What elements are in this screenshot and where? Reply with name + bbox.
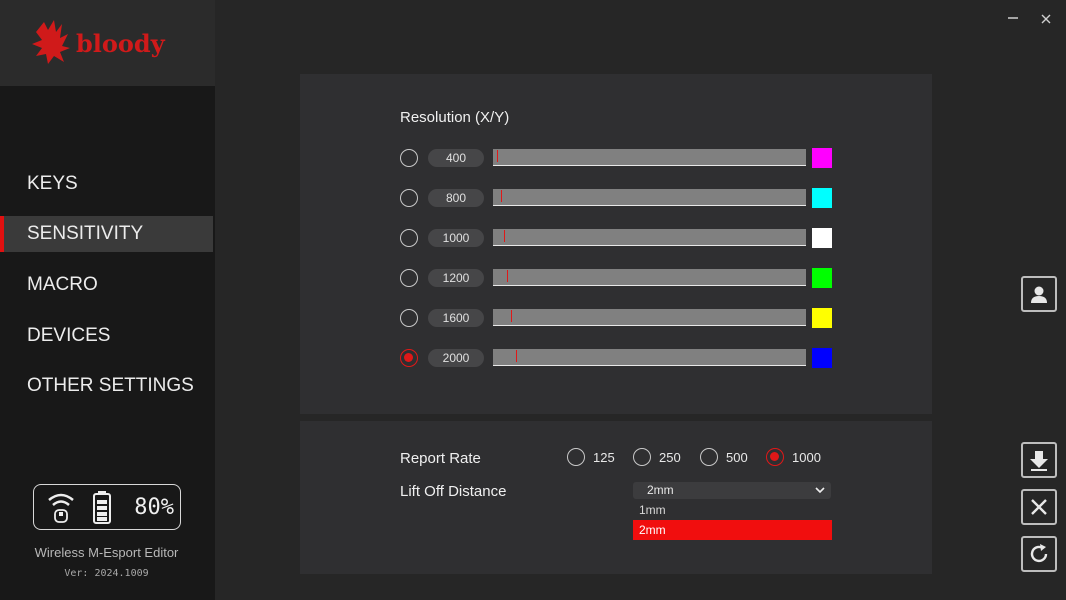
dpi-color-swatch[interactable] bbox=[812, 348, 832, 368]
device-status: 80% bbox=[33, 484, 181, 530]
report-rate-radio[interactable] bbox=[766, 448, 784, 466]
dpi-color-swatch[interactable] bbox=[812, 228, 832, 248]
dpi-radio[interactable] bbox=[400, 189, 418, 207]
nav-item-macro[interactable]: MACRO bbox=[0, 267, 213, 303]
dpi-slider[interactable] bbox=[493, 349, 806, 366]
reset-button[interactable] bbox=[1021, 536, 1057, 572]
dpi-color-swatch[interactable] bbox=[812, 148, 832, 168]
dpi-color-swatch[interactable] bbox=[812, 188, 832, 208]
app-name: Wireless M-Esport Editor bbox=[34, 545, 179, 560]
report-rate-panel: Report Rate 125 250 500 1000 Lift Off Di… bbox=[300, 421, 932, 574]
download-icon bbox=[1030, 451, 1048, 471]
dpi-slider[interactable] bbox=[493, 269, 806, 286]
lift-off-select[interactable]: 2mm bbox=[633, 482, 831, 499]
report-rate-value: 500 bbox=[726, 450, 748, 465]
dpi-row: 400 bbox=[400, 148, 840, 170]
nav-item-devices[interactable]: DEVICES bbox=[0, 318, 213, 354]
dpi-slider[interactable] bbox=[493, 229, 806, 246]
dpi-radio[interactable] bbox=[400, 149, 418, 167]
minimize-icon bbox=[1008, 17, 1018, 19]
lift-off-dropdown: 1mm 2mm bbox=[633, 500, 832, 540]
nav-item-other-settings[interactable]: OTHER SETTINGS bbox=[0, 368, 213, 404]
bloody-logo: bloody bbox=[32, 20, 166, 64]
resolution-title: Resolution (X/Y) bbox=[400, 109, 510, 126]
dpi-row: 2000 bbox=[400, 348, 840, 370]
refresh-icon bbox=[1030, 544, 1048, 563]
dpi-row: 800 bbox=[400, 188, 840, 210]
dpi-value[interactable]: 800 bbox=[428, 189, 484, 207]
dpi-slider[interactable] bbox=[493, 149, 806, 166]
minimize-button[interactable] bbox=[1003, 10, 1023, 30]
dpi-row: 1000 bbox=[400, 228, 840, 250]
cancel-button[interactable] bbox=[1021, 489, 1057, 525]
close-window-button[interactable] bbox=[1036, 10, 1056, 30]
slider-thumb[interactable] bbox=[504, 230, 505, 242]
user-icon bbox=[1031, 286, 1047, 303]
wifi-icon bbox=[48, 493, 74, 523]
dpi-value[interactable]: 1600 bbox=[428, 309, 484, 327]
report-rate-radio[interactable] bbox=[633, 448, 651, 466]
report-rate-radio[interactable] bbox=[700, 448, 718, 466]
dpi-slider[interactable] bbox=[493, 309, 806, 326]
battery-icon bbox=[93, 491, 111, 524]
app-version: Ver: 2024.1009 bbox=[64, 568, 149, 579]
nav-item-sensitivity[interactable]: SENSITIVITY bbox=[0, 216, 213, 252]
slider-thumb[interactable] bbox=[501, 190, 502, 202]
dpi-row: 1600 bbox=[400, 308, 840, 330]
dpi-radio[interactable] bbox=[400, 309, 418, 327]
dpi-value[interactable]: 2000 bbox=[428, 349, 484, 367]
dpi-radio[interactable] bbox=[400, 229, 418, 247]
chevron-down-icon bbox=[815, 487, 825, 494]
battery-percent: 80% bbox=[134, 495, 174, 520]
dpi-radio[interactable] bbox=[400, 349, 418, 367]
nav-item-keys[interactable]: KEYS bbox=[0, 166, 213, 202]
dpi-row: 1200 bbox=[400, 268, 840, 290]
sidebar: bloody KEYS SENSITIVITY MACRO DEVICES OT… bbox=[0, 0, 215, 600]
dpi-color-swatch[interactable] bbox=[812, 268, 832, 288]
logo-area: bloody bbox=[0, 0, 215, 86]
dpi-value[interactable]: 1200 bbox=[428, 269, 484, 287]
dpi-slider[interactable] bbox=[493, 189, 806, 206]
dpi-color-swatch[interactable] bbox=[812, 308, 832, 328]
slider-thumb[interactable] bbox=[516, 350, 517, 362]
dpi-value[interactable]: 400 bbox=[428, 149, 484, 167]
logo-text: bloody bbox=[76, 29, 166, 58]
lift-off-label: Lift Off Distance bbox=[400, 483, 507, 500]
report-rate-label: Report Rate bbox=[400, 450, 481, 467]
lift-off-option[interactable]: 2mm bbox=[633, 520, 832, 540]
slider-thumb[interactable] bbox=[497, 150, 498, 162]
lift-off-value: 2mm bbox=[647, 483, 674, 497]
slider-thumb[interactable] bbox=[507, 270, 508, 282]
report-rate-value: 1000 bbox=[792, 450, 821, 465]
close-icon bbox=[1041, 14, 1051, 24]
resolution-panel: Resolution (X/Y) 400 800 1000 1200 1600 … bbox=[300, 74, 932, 414]
report-rate-radio[interactable] bbox=[567, 448, 585, 466]
close-icon bbox=[1031, 499, 1047, 515]
dpi-radio[interactable] bbox=[400, 269, 418, 287]
report-rate-value: 125 bbox=[593, 450, 615, 465]
slider-thumb[interactable] bbox=[511, 310, 512, 322]
dpi-value[interactable]: 1000 bbox=[428, 229, 484, 247]
lift-off-option[interactable]: 1mm bbox=[633, 500, 832, 520]
profile-button[interactable] bbox=[1021, 276, 1057, 312]
report-rate-value: 250 bbox=[659, 450, 681, 465]
save-button[interactable] bbox=[1021, 442, 1057, 478]
